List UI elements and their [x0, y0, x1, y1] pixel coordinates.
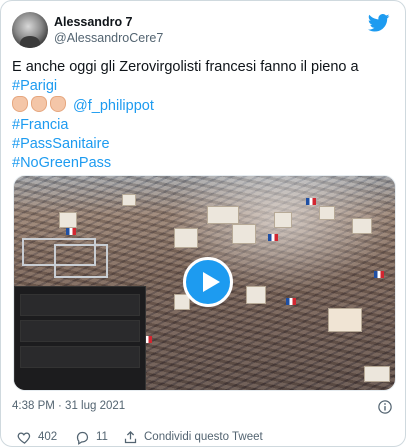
tweet-text: E anche oggi gli Zerovirgolisti francesi…: [12, 58, 392, 173]
french-flag: [306, 198, 316, 205]
tweet-line-1: E anche oggi gli Zerovirgolisti francesi…: [12, 59, 359, 75]
hashtag-passsanitaire[interactable]: #PassSanitaire: [12, 136, 110, 152]
stage-structure: [14, 238, 149, 390]
stage-truss: [54, 244, 108, 278]
speaker-cabinet: [20, 320, 140, 342]
clapping-hands-icon: [12, 96, 28, 112]
author-display-name[interactable]: Alessandro 7: [54, 14, 163, 30]
tweet-timestamp[interactable]: 4:38 PM · 31 lug 2021: [12, 400, 125, 412]
hashtag-parigi[interactable]: #Parigi: [12, 78, 57, 94]
share-label: Condividi questo Tweet: [144, 431, 263, 443]
author-names[interactable]: Alessandro 7 @AlessandroCere7: [54, 14, 163, 46]
french-flag: [286, 298, 296, 305]
author-handle[interactable]: @AlessandroCere7: [54, 30, 163, 46]
protest-sign: [274, 212, 292, 228]
like-count: 402: [38, 431, 58, 443]
clapping-hands-icon: [50, 96, 66, 112]
heart-icon: [17, 431, 31, 444]
french-flag: [66, 228, 76, 235]
tweet-actions: 402 11 Condividi questo Tweet: [12, 429, 396, 445]
info-icon[interactable]: [378, 400, 392, 414]
reply-count: 11: [96, 431, 108, 443]
reply-bubble-icon: [76, 431, 89, 445]
protest-sign: [352, 218, 372, 234]
protest-sign: [232, 224, 256, 244]
protest-sign: [328, 308, 362, 332]
protest-sign: [319, 206, 335, 220]
protest-sign: [207, 206, 239, 224]
share-upload-icon: [124, 430, 137, 443]
speaker-cabinet: [20, 294, 140, 316]
speaker-cabinet: [20, 346, 140, 368]
mention-f-philippot[interactable]: @f_philippot: [73, 98, 154, 114]
tweet-header: Alessandro 7 @AlessandroCere7: [12, 12, 396, 52]
hashtag-francia[interactable]: #Francia: [12, 117, 68, 133]
tweet-card: Alessandro 7 @AlessandroCere7 E anche og…: [0, 0, 406, 447]
protest-sign: [246, 286, 266, 304]
protest-sign: [59, 212, 77, 228]
play-icon[interactable]: [183, 257, 233, 307]
hashtag-nogreenpass[interactable]: #NoGreenPass: [12, 155, 111, 171]
like-button[interactable]: 402: [17, 429, 57, 445]
protest-sign: [122, 194, 136, 206]
protest-sign: [364, 366, 390, 382]
french-flag: [374, 271, 384, 278]
french-flag: [268, 234, 278, 241]
share-button[interactable]: Condividi questo Tweet: [123, 429, 263, 445]
video-thumbnail[interactable]: [13, 175, 396, 391]
clapping-hands-icon: [31, 96, 47, 112]
avatar[interactable]: [12, 12, 48, 48]
reply-button[interactable]: 11: [75, 429, 108, 445]
protest-sign: [174, 228, 198, 248]
twitter-bird-icon[interactable]: [368, 14, 390, 32]
